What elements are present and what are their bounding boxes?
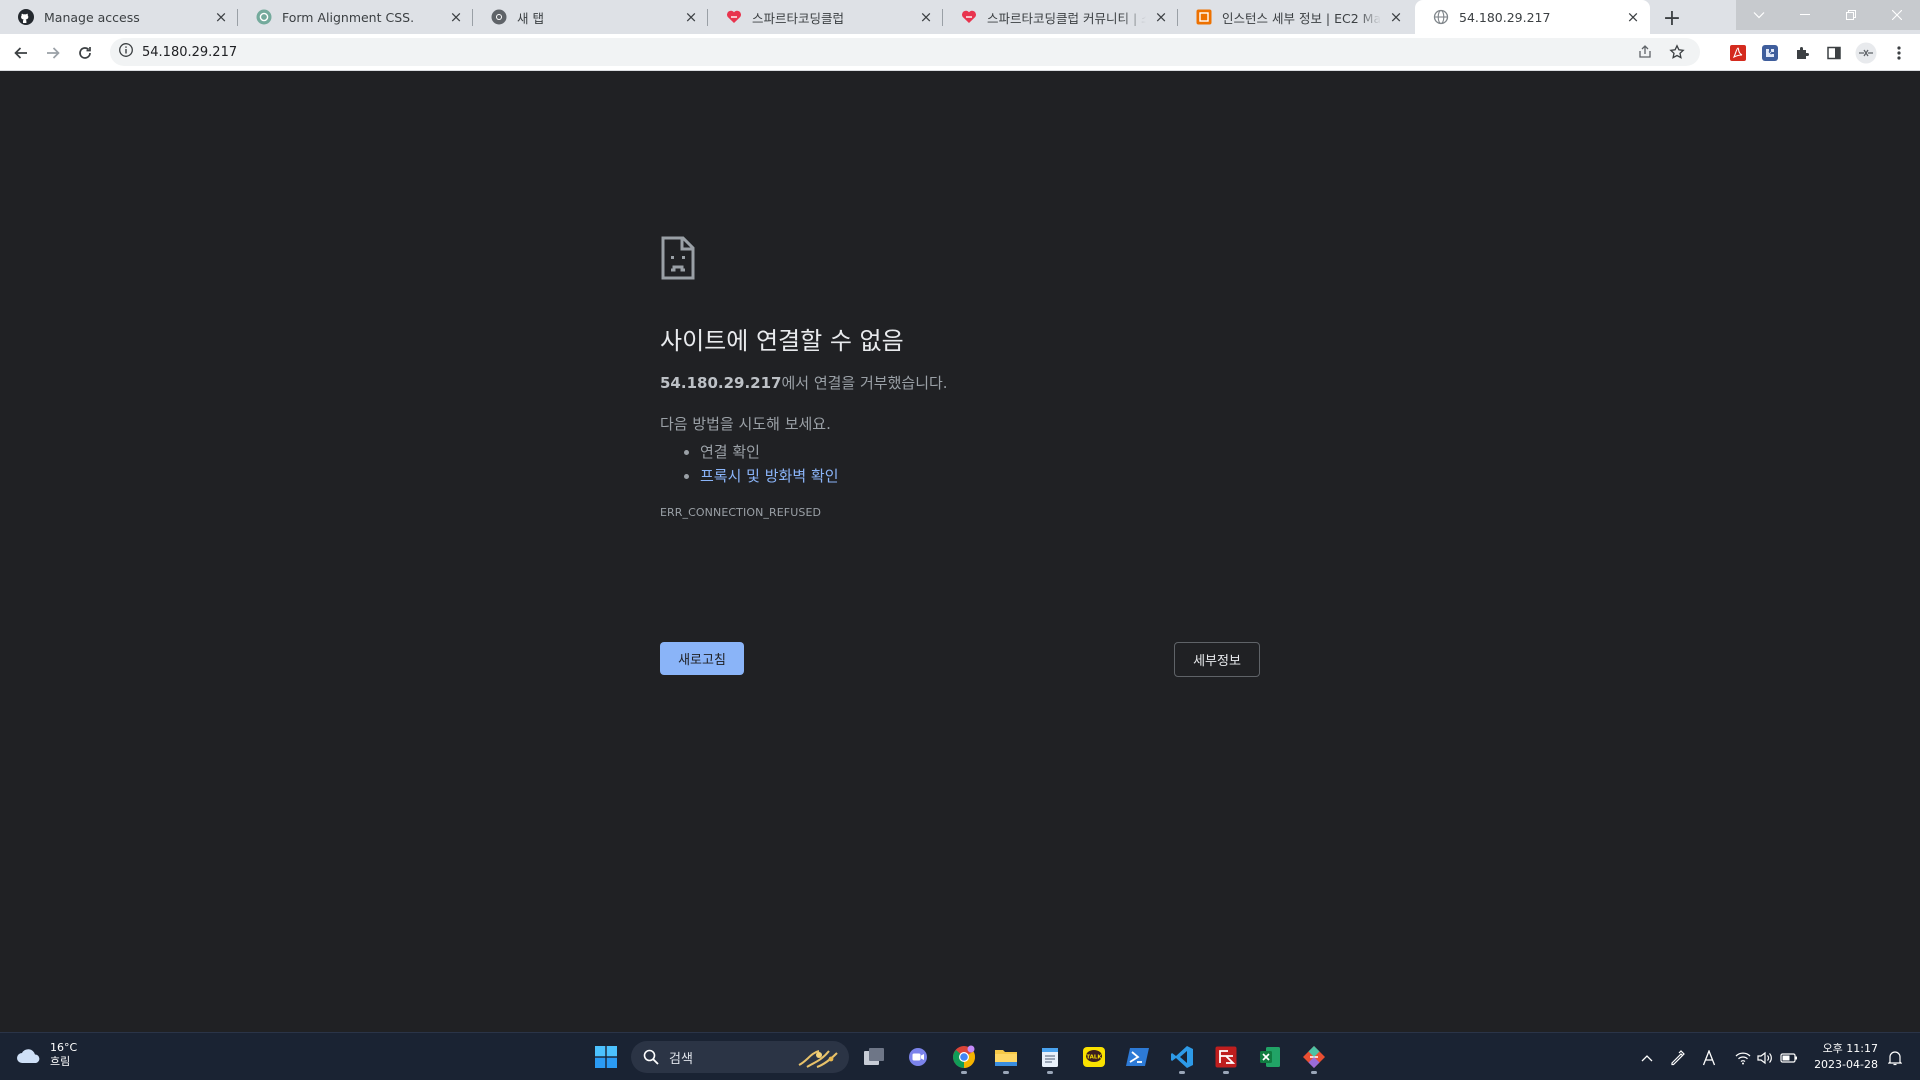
windows-taskbar: 16°C 흐림 검색 TALK 오후 11:17 2023-04-28 <box>0 1032 1920 1080</box>
suggestion-check-connection: 연결 확인 <box>700 440 1260 464</box>
taskbar-clock[interactable]: 오후 11:17 2023-04-28 <box>1806 1041 1878 1073</box>
proxy-firewall-link[interactable]: 프록시 및 방화벽 확인 <box>700 467 839 485</box>
browser-toolbar: 54.180.29.217 <box>0 34 1920 71</box>
puzzle-extension-icon[interactable] <box>1757 40 1783 66</box>
close-icon[interactable]: × <box>1152 8 1170 26</box>
tab-title: 새 탭 <box>517 10 544 26</box>
share-icon[interactable] <box>1632 39 1658 65</box>
close-icon[interactable]: × <box>447 8 465 26</box>
tab-active-ip[interactable]: 54.180.29.217 × <box>1415 0 1650 34</box>
close-icon[interactable]: × <box>212 8 230 26</box>
powershell-icon[interactable] <box>1120 1039 1156 1075</box>
chat-icon[interactable] <box>900 1039 936 1075</box>
search-highlight-icon <box>798 1050 838 1068</box>
tab-title: 스파르타코딩클럽 커뮤니티 | 스 <box>987 10 1146 26</box>
reload-button[interactable] <box>72 40 98 66</box>
tab-title: 인스턴스 세부 정보 | EC2 Manag <box>1222 10 1381 26</box>
sparta-heart-icon <box>961 9 977 25</box>
tab-manage-access[interactable]: Manage access × <box>0 0 238 34</box>
input-method-icon[interactable] <box>1698 1047 1720 1069</box>
task-view-icon[interactable] <box>856 1039 892 1075</box>
tab-sparta-community[interactable]: 스파르타코딩클럽 커뮤니티 | 스 × <box>943 0 1178 34</box>
svg-text:TALK: TALK <box>1086 1055 1102 1061</box>
error-container: 사이트에 연결할 수 없음 54.180.29.217에서 연결을 거부했습니다… <box>660 235 1260 519</box>
globe-icon <box>1433 9 1449 25</box>
close-window-button[interactable] <box>1874 0 1920 30</box>
tab-ec2-instance[interactable]: 인스턴스 세부 정보 | EC2 Manag × <box>1178 0 1413 34</box>
profile-avatar[interactable] <box>1853 40 1879 66</box>
new-tab-button[interactable]: + <box>1658 4 1686 32</box>
weather-temp: 16°C <box>50 1041 78 1054</box>
side-panel-icon[interactable] <box>1821 40 1847 66</box>
bookmark-star-icon[interactable] <box>1664 39 1690 65</box>
git-icon[interactable] <box>1296 1039 1332 1075</box>
tab-sparta-coding[interactable]: 스파르타코딩클럽 × <box>708 0 943 34</box>
close-icon[interactable]: × <box>917 8 935 26</box>
extensions-icon[interactable] <box>1789 40 1815 66</box>
kakaotalk-icon[interactable]: TALK <box>1076 1039 1112 1075</box>
close-icon[interactable]: × <box>1387 8 1405 26</box>
chrome-icon <box>491 9 507 25</box>
tab-strip: Manage access × Form Alignment CSS. × 새 … <box>0 0 1920 34</box>
notification-bell-icon[interactable] <box>1884 1047 1906 1069</box>
acrobat-extension-icon[interactable] <box>1725 40 1751 66</box>
search-placeholder: 검색 <box>669 1051 693 1067</box>
show-hidden-icons-icon[interactable] <box>1636 1047 1658 1069</box>
minimize-button[interactable] <box>1782 0 1828 30</box>
tab-search-button[interactable] <box>1736 0 1782 30</box>
wifi-icon[interactable] <box>1732 1047 1754 1069</box>
battery-icon[interactable] <box>1778 1047 1800 1069</box>
tab-form-alignment[interactable]: Form Alignment CSS. × <box>238 0 473 34</box>
tab-title: 스파르타코딩클럽 <box>752 10 845 26</box>
cloud-icon <box>17 1049 40 1063</box>
file-explorer-icon[interactable] <box>988 1039 1024 1075</box>
details-button[interactable]: 세부정보 <box>1174 642 1260 677</box>
chrome-taskbar-icon[interactable] <box>946 1039 982 1075</box>
address-bar[interactable]: 54.180.29.217 <box>110 38 1700 66</box>
pen-icon[interactable] <box>1666 1047 1688 1069</box>
error-description: 54.180.29.217에서 연결을 거부했습니다. <box>660 372 1260 393</box>
error-refused-text: 에서 연결을 거부했습니다. <box>781 374 948 392</box>
suggestions-label: 다음 방법을 시도해 보세요. <box>660 415 831 433</box>
close-icon[interactable]: × <box>682 8 700 26</box>
suggestion-proxy-firewall[interactable]: 프록시 및 방화벽 확인 <box>700 464 1260 488</box>
page-content: 사이트에 연결할 수 없음 54.180.29.217에서 연결을 거부했습니다… <box>0 71 1920 1031</box>
restore-button[interactable] <box>1828 0 1874 30</box>
tab-new-tab[interactable]: 새 탭 × <box>473 0 708 34</box>
notepad-icon[interactable] <box>1032 1039 1068 1075</box>
openai-icon <box>256 9 272 25</box>
suggestions-list: 연결 확인 프록시 및 방화벽 확인 <box>700 440 1260 488</box>
github-icon <box>18 9 34 25</box>
reload-page-button[interactable]: 새로고침 <box>660 642 744 675</box>
chrome-menu-icon[interactable] <box>1886 40 1912 66</box>
tab-title: Manage access <box>44 9 140 25</box>
clock-time: 오후 11:17 <box>1822 1042 1878 1055</box>
forward-button[interactable] <box>40 40 66 66</box>
clock-date: 2023-04-28 <box>1814 1058 1878 1071</box>
back-button[interactable] <box>8 40 34 66</box>
tab-title: Form Alignment CSS. <box>282 9 415 25</box>
error-host: 54.180.29.217 <box>660 374 782 392</box>
sad-document-icon <box>661 236 695 280</box>
excel-icon[interactable] <box>1252 1039 1288 1075</box>
vscode-icon[interactable] <box>1164 1039 1200 1075</box>
error-title: 사이트에 연결할 수 없음 <box>660 327 904 355</box>
weather-desc: 흐림 <box>50 1055 71 1068</box>
error-code: ERR_CONNECTION_REFUSED <box>660 506 822 519</box>
sparta-heart-icon <box>726 9 742 25</box>
windows-start-icon[interactable] <box>588 1039 624 1075</box>
url-text: 54.180.29.217 <box>142 44 238 60</box>
info-icon[interactable] <box>118 42 134 62</box>
taskbar-search[interactable]: 검색 <box>631 1041 849 1073</box>
close-icon[interactable]: × <box>1624 8 1642 26</box>
filezilla-icon[interactable] <box>1208 1039 1244 1075</box>
weather-widget[interactable]: 16°C 흐림 <box>16 1041 77 1069</box>
search-icon <box>643 1049 659 1065</box>
aws-icon <box>1196 9 1212 25</box>
tab-title: 54.180.29.217 <box>1459 9 1551 25</box>
volume-icon[interactable] <box>1754 1047 1776 1069</box>
